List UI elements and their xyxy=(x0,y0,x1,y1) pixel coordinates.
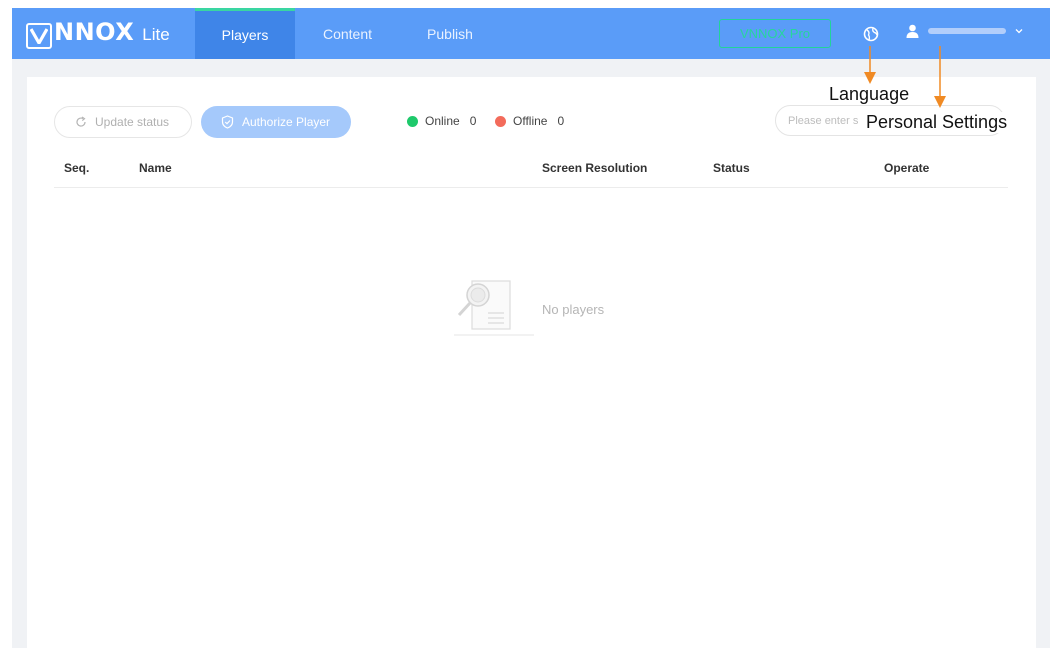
empty-state-message: No players xyxy=(542,302,605,317)
online-dot-icon xyxy=(407,115,418,127)
online-label: Online xyxy=(425,114,460,128)
refresh-icon xyxy=(76,116,86,127)
app-logo: NNOX Lite xyxy=(26,18,170,49)
logo-wordmark: NNOX xyxy=(54,18,135,46)
column-header-seq: Seq. xyxy=(64,161,90,175)
user-icon xyxy=(906,24,919,38)
update-status-label: Update status xyxy=(95,115,170,129)
tab-players[interactable]: Players xyxy=(195,8,295,59)
authorize-player-button[interactable]: Authorize Player xyxy=(201,106,351,138)
online-status: Online 0 xyxy=(407,114,476,128)
offline-count: 0 xyxy=(557,114,565,128)
tab-content[interactable]: Content xyxy=(300,8,395,59)
players-panel: Update status Authorize Player Online 0 … xyxy=(27,77,1036,648)
vnnox-pro-button[interactable]: VNNOX Pro xyxy=(719,19,831,48)
logo-edition: Lite xyxy=(142,25,170,44)
table-header-divider xyxy=(54,187,1008,188)
offline-dot-icon xyxy=(495,115,506,127)
column-header-operate: Operate xyxy=(884,161,930,175)
empty-players-icon xyxy=(454,280,534,336)
tab-publish[interactable]: Publish xyxy=(405,8,495,59)
online-count: 0 xyxy=(469,114,477,128)
top-navigation-bar: NNOX Lite Players Content Publish VNNOX … xyxy=(12,8,1050,59)
username-redacted xyxy=(928,28,1006,34)
logo-v-mark xyxy=(26,23,52,49)
language-callout: Language xyxy=(829,84,910,104)
offline-status: Offline 0 xyxy=(495,114,564,128)
user-menu[interactable] xyxy=(906,24,1024,38)
column-header-name: Name xyxy=(139,161,172,175)
offline-label: Offline xyxy=(513,114,548,128)
column-header-screen-resolution: Screen Resolution xyxy=(542,161,648,175)
column-header-status: Status xyxy=(713,161,750,175)
shield-check-icon xyxy=(221,115,234,129)
personal-settings-callout: Personal Settings xyxy=(864,112,1010,133)
globe-icon[interactable] xyxy=(863,26,879,42)
update-status-button[interactable]: Update status xyxy=(54,106,192,138)
chevron-down-icon xyxy=(1015,29,1023,34)
authorize-player-label: Authorize Player xyxy=(242,115,331,129)
